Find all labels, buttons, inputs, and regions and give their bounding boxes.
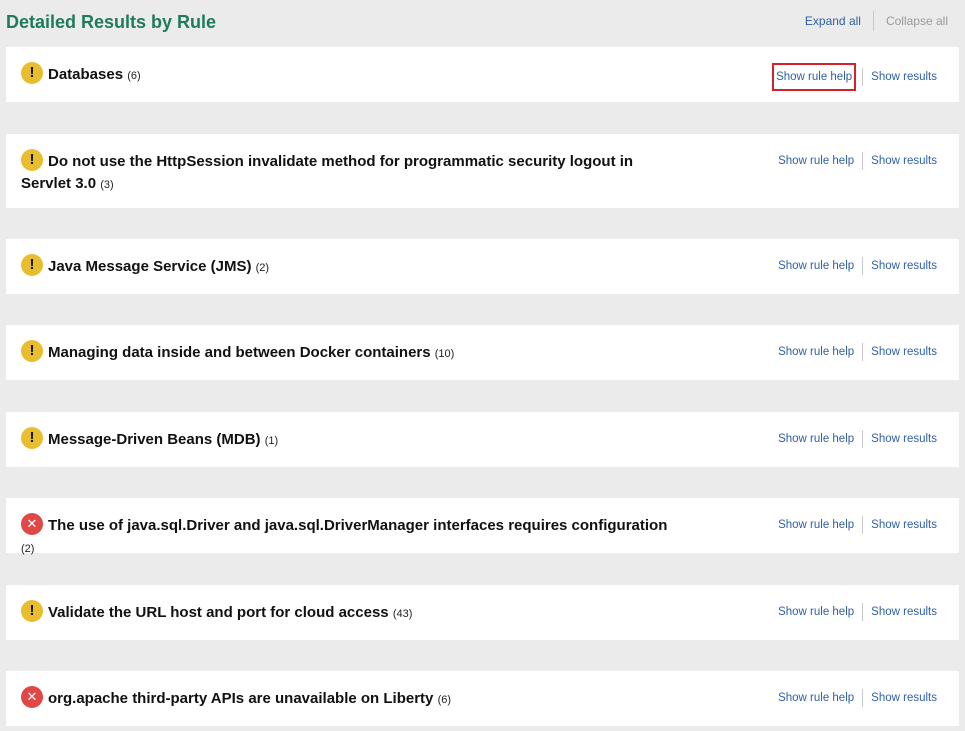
rule-card[interactable]: ! Message-Driven Beans (MDB) (1) Show rul… — [6, 412, 959, 467]
show-rule-help-link[interactable]: Show rule help — [772, 63, 857, 91]
collapse-all-link[interactable]: Collapse all — [886, 14, 948, 28]
error-icon: ✕ — [21, 513, 43, 536]
rule-title[interactable]: ! Do not use the HttpSession invalidate m… — [21, 149, 681, 196]
rule-count: (6) — [127, 70, 141, 82]
rule-title[interactable]: ✕ The use of java.sql.Driver and java.sql… — [21, 513, 681, 560]
expand-collapse-controls: Expand all Collapse all — [805, 11, 948, 31]
divider — [862, 516, 864, 534]
rule-name: Validate the URL host and port for cloud… — [48, 604, 389, 621]
show-results-link[interactable]: Show results — [871, 433, 937, 445]
rule-title[interactable]: ! Validate the URL host and port for clou… — [21, 600, 681, 625]
rule-title[interactable]: ! Java Message Service (JMS) (2) — [21, 254, 681, 279]
rule-title[interactable]: ! Message-Driven Beans (MDB) (1) — [21, 427, 681, 452]
rule-name: The use of java.sql.Driver and java.sql.… — [48, 517, 668, 534]
rule-actions: Show rule help Show results — [778, 343, 937, 361]
rule-count: (1) — [264, 435, 279, 447]
rule-card[interactable]: ! Managing data inside and between Docker… — [6, 325, 959, 380]
rule-card[interactable]: ! Databases (6) Show rule help Show resul… — [6, 47, 959, 102]
expand-all-link[interactable]: Expand all — [805, 14, 861, 28]
show-rule-help-link[interactable]: Show rule help — [778, 433, 854, 445]
rule-name: Managing data inside and between Docker … — [48, 344, 431, 361]
divider — [872, 11, 874, 31]
divider — [862, 430, 864, 448]
show-rule-help-link[interactable]: Show rule help — [778, 260, 854, 272]
rule-card[interactable]: ! Java Message Service (JMS) (2) Show rul… — [6, 239, 959, 294]
error-icon: ✕ — [21, 686, 43, 709]
show-results-link[interactable]: Show results — [871, 155, 937, 167]
rule-actions: Show rule help Show results — [778, 603, 937, 621]
rule-count: (43) — [392, 608, 413, 620]
rule-card[interactable]: ! Validate the URL host and port for clou… — [6, 585, 959, 640]
rule-name: Java Message Service (JMS) — [48, 258, 252, 275]
divider — [862, 68, 864, 86]
rule-count: (3) — [100, 179, 114, 192]
warning-icon: ! — [21, 149, 43, 172]
rule-actions: Show rule help Show results — [778, 689, 937, 707]
show-rule-help-link[interactable]: Show rule help — [778, 692, 854, 704]
rule-count: (6) — [437, 694, 452, 706]
show-results-link[interactable]: Show results — [871, 71, 937, 83]
warning-icon: ! — [21, 62, 43, 85]
divider — [862, 603, 864, 621]
show-results-link[interactable]: Show results — [871, 692, 937, 704]
rule-count: (10) — [434, 348, 455, 360]
show-rule-help-link[interactable]: Show rule help — [778, 519, 854, 531]
rule-card[interactable]: ✕ The use of java.sql.Driver and java.sql… — [6, 498, 959, 555]
rule-title[interactable]: ! Managing data inside and between Docker… — [21, 340, 681, 365]
rule-name: Databases — [48, 66, 124, 83]
rule-name: org.apache third-party APIs are unavaila… — [48, 690, 434, 707]
show-results-link[interactable]: Show results — [871, 606, 937, 618]
rule-name: Message-Driven Beans (MDB) — [48, 431, 261, 448]
warning-icon: ! — [21, 254, 43, 277]
divider — [862, 257, 864, 275]
rule-actions: Show rule help Show results — [772, 63, 937, 91]
show-results-link[interactable]: Show results — [871, 519, 937, 531]
rule-title[interactable]: ! Databases (6) — [21, 62, 681, 87]
warning-icon: ! — [21, 427, 43, 450]
rule-card[interactable]: ✕ org.apache third-party APIs are unavail… — [6, 671, 959, 726]
rule-card[interactable]: ! Do not use the HttpSession invalidate m… — [6, 134, 959, 208]
warning-icon: ! — [21, 340, 43, 363]
show-rule-help-link[interactable]: Show rule help — [778, 155, 854, 167]
warning-icon: ! — [21, 600, 43, 623]
divider — [862, 689, 864, 707]
rule-count: (2) — [255, 262, 270, 274]
show-results-link[interactable]: Show results — [871, 346, 937, 358]
show-rule-help-link[interactable]: Show rule help — [778, 346, 854, 358]
rule-actions: Show rule help Show results — [778, 430, 937, 448]
rule-actions: Show rule help Show results — [778, 257, 937, 275]
rule-title[interactable]: ✕ org.apache third-party APIs are unavail… — [21, 686, 681, 711]
rule-actions: Show rule help Show results — [778, 516, 937, 534]
show-rule-help-link[interactable]: Show rule help — [778, 606, 854, 618]
divider — [862, 343, 864, 361]
show-results-link[interactable]: Show results — [871, 260, 937, 272]
rule-count: (2) — [21, 543, 35, 556]
rule-actions: Show rule help Show results — [778, 152, 937, 170]
divider — [862, 152, 864, 170]
page-title: Detailed Results by Rule — [6, 12, 217, 32]
